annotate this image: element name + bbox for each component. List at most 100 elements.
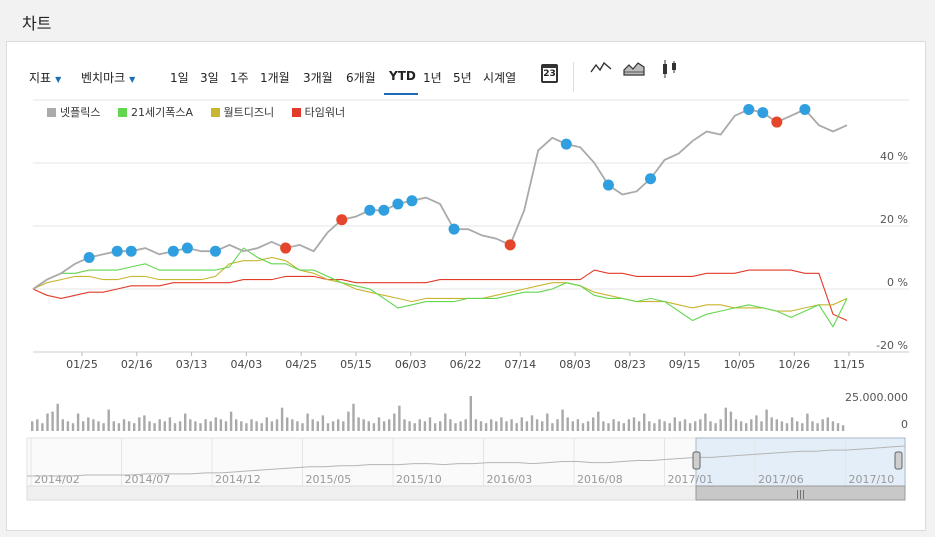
volume-bar [107,409,110,431]
chart-gridlines [33,99,909,353]
volume-bar [785,423,789,431]
volume-bar [92,419,95,431]
volume-bar [194,421,197,431]
navigator-date-label: 2017/06 [758,473,804,486]
navigator-date-label: 2016/03 [487,473,533,486]
volume-bar [637,421,641,431]
navigator-date-label: 2014/02 [34,473,80,486]
volume-bar [755,415,758,431]
volume-bar [770,417,773,431]
y-tick-label: 40 % [880,150,908,163]
volume-bar [326,423,330,431]
volume-bar [413,423,416,431]
volume-bar [280,407,284,431]
volume-bar [41,423,44,431]
volume-bar [367,421,370,431]
x-tick-label: 07/14 [504,358,536,371]
event-marker [209,245,221,257]
volume-bar [729,411,733,431]
volume-bar [235,419,238,431]
navigator[interactable]: 2014/02 2014/07 2014/12 2015/05 2015/10 2016/… [26,437,906,501]
event-marker [392,198,404,210]
navigator-date-label: 2014/12 [215,473,261,486]
event-marker [83,252,95,263]
volume-bar [286,417,289,431]
x-tick-label: 06/22 [450,358,482,371]
volume-bar [561,409,564,431]
volume-bar [811,421,814,431]
price-chart[interactable]: 40 % 20 % 0 % -20 % 01/25 02/16 03/13 04/03 04/… [7,42,925,512]
volume-bar [796,421,799,431]
volume-bar [678,421,682,431]
volume-bar [133,423,136,431]
volume-bar [66,421,70,431]
volume-bar [270,421,274,431]
volume-bar [122,419,126,431]
volume-bar [418,419,421,431]
volume-bar [377,417,381,431]
volume-bar [433,423,437,431]
volume-bar [515,423,518,431]
volume-bar [719,419,722,431]
volume-bar [352,403,355,431]
y-axis-ticks: 40 % 20 % 0 % -20 % [876,150,908,352]
volume-bar [459,421,462,431]
chart-series [32,108,848,328]
volume-bar [745,423,748,431]
volume-bar [184,413,187,431]
volume-bar [112,421,115,431]
volume-bar [311,419,314,431]
x-tick-label: 06/03 [395,358,427,371]
volume-bar [566,417,569,431]
volume-bar [408,421,411,431]
volume-bar [602,421,605,431]
volume-bar [790,417,794,431]
event-marker [602,179,614,191]
volume-bar [224,421,228,431]
navigator-right-handle[interactable] [894,451,903,470]
volume-bar [117,423,121,431]
volume-bar [82,421,85,431]
y-tick-label: 20 % [880,213,908,226]
volume-bar [831,421,835,431]
volume-bar [571,421,574,431]
volume-bar [97,421,100,431]
volume-bar [398,405,401,431]
volume-bar [214,417,217,431]
volume-bar [31,421,34,431]
volume-bar [143,415,146,431]
volume-bar [484,423,488,431]
volume-bar [658,419,661,431]
volume-bar [291,419,294,431]
volume-bar [551,423,554,431]
event-marker [181,242,193,254]
volume-bar [469,396,472,431]
event-marker [378,204,390,216]
x-tick-label: 01/25 [66,358,98,371]
volume-bar [71,423,75,431]
volume-bar [775,419,778,431]
volume-bar [586,421,590,431]
volume-bar [739,421,743,431]
volume-bar [525,421,529,431]
volume-bar [709,421,712,431]
volume-bar [229,411,233,431]
volume-bar [765,409,768,431]
volume-bar [275,419,279,431]
volume-bar [61,419,64,431]
x-tick-label: 10/26 [778,358,810,371]
volume-bar [265,417,268,431]
event-marker [280,242,292,254]
volume-bar [173,423,177,431]
volume-bar [51,411,54,431]
volume-bar [403,419,406,431]
volume-bar [76,413,80,431]
event-marker [645,173,657,185]
navigator-left-handle[interactable] [692,451,701,470]
volume-bar [301,423,304,431]
volume-bar [841,425,845,431]
page-title: 차트 [22,14,52,33]
volume-bar [260,423,263,431]
volume-bar [688,423,692,431]
volume-bar [362,419,365,431]
